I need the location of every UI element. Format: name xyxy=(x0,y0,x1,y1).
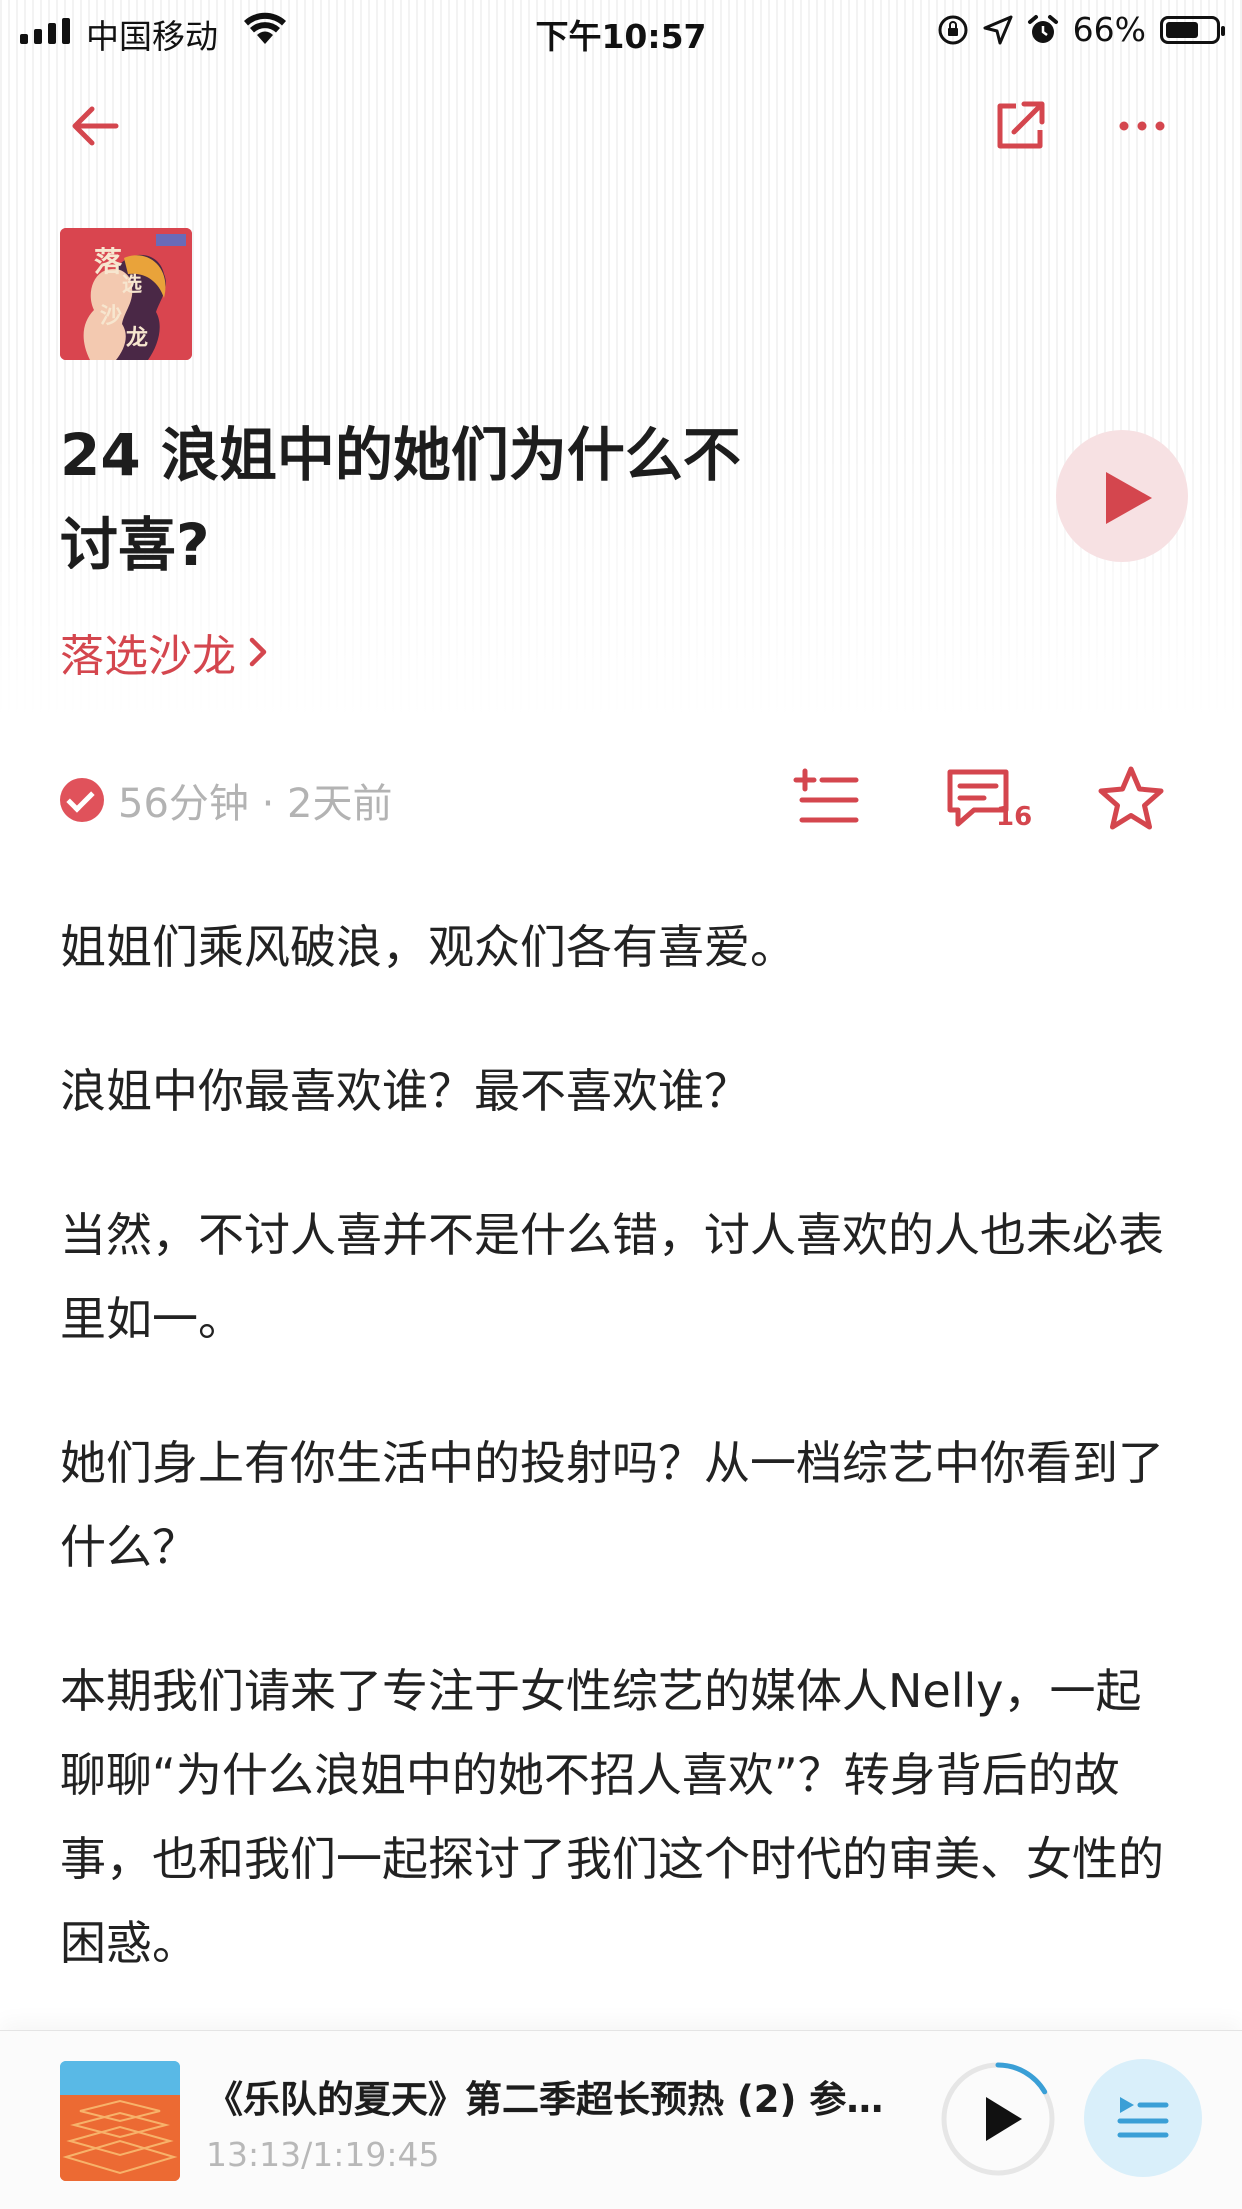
podcast-link[interactable]: 落选沙龙 xyxy=(60,620,270,684)
description-paragraph: 她们身上有你生活中的投射吗？从一档综艺中你看到了什么？ xyxy=(60,1436,1164,1574)
orientation-lock-icon xyxy=(938,15,968,44)
battery-percent: 66% xyxy=(1072,10,1146,49)
battery-fill xyxy=(1166,21,1198,38)
mini-play-button[interactable] xyxy=(938,2059,1058,2179)
mini-cover-artwork xyxy=(60,2061,180,2181)
podcast-name: 落选沙龙 xyxy=(60,631,236,682)
location-icon xyxy=(983,15,1013,44)
header-background xyxy=(0,0,1242,720)
mini-player[interactable]: 《乐队的夏天》第二季超长预热 (2) 参… 13:13/1:19:45 xyxy=(0,2030,1242,2209)
mini-player-title[interactable]: 《乐队的夏天》第二季超长预热 (2) 参… xyxy=(206,2069,886,2123)
status-right-icons: 66% xyxy=(937,10,1225,49)
chevron-right-icon xyxy=(249,637,267,667)
status-bar: 中国移动 下午10:57 66% xyxy=(0,0,1242,64)
comment-count: 16 xyxy=(996,802,1033,832)
comment-button[interactable]: 16 xyxy=(944,766,1032,836)
cover-char-4: 龙 xyxy=(126,325,149,351)
episode-description: 姐姐们乘风破浪，观众们各有喜爱。 浪姐中你最喜欢谁？最不喜欢谁？ 当然，不讨人喜… xyxy=(60,905,1180,2045)
progress-ring xyxy=(995,2062,1048,2095)
cover-char-2: 选 xyxy=(122,272,142,296)
episode-meta: 56分钟 · 2天前 xyxy=(60,770,393,830)
alarm-icon xyxy=(1027,14,1058,43)
mini-player-progress: 13:13/1:19:45 xyxy=(206,2135,440,2174)
queue-button[interactable] xyxy=(1084,2059,1202,2177)
description-paragraph: 本期我们请来了专注于女性综艺的媒体人Nelly，一起聊聊“为什么浪姐中的她不招人… xyxy=(60,1664,1164,1970)
queue-icon xyxy=(1117,2097,1169,2138)
add-to-playlist-icon[interactable] xyxy=(792,768,862,832)
checkmark-icon xyxy=(60,778,104,822)
star-icon[interactable] xyxy=(1096,764,1166,834)
battery-icon xyxy=(1160,15,1225,44)
description-paragraph: 姐姐们乘风破浪，观众们各有喜爱。 xyxy=(60,920,796,974)
podcast-cover[interactable]: 落 选 沙 龙 xyxy=(60,228,192,360)
episode-title: 24 浪姐中的她们为什么不讨喜? xyxy=(60,421,741,579)
more-icon[interactable] xyxy=(1112,96,1172,156)
arrow-left-icon[interactable] xyxy=(64,96,124,156)
description-paragraph: 浪姐中你最喜欢谁？最不喜欢谁？ xyxy=(60,1064,750,1118)
cover-char-1: 落 xyxy=(94,245,123,278)
cover-char-3: 沙 xyxy=(100,303,123,329)
mini-player-cover[interactable] xyxy=(60,2061,180,2181)
duration-date: 56分钟 · 2天前 xyxy=(118,781,393,827)
share-icon[interactable] xyxy=(990,96,1050,156)
play-button[interactable] xyxy=(1056,430,1188,562)
description-paragraph: 当然，不讨人喜并不是什么错，讨人喜欢的人也未必表里如一。 xyxy=(60,1208,1164,1346)
